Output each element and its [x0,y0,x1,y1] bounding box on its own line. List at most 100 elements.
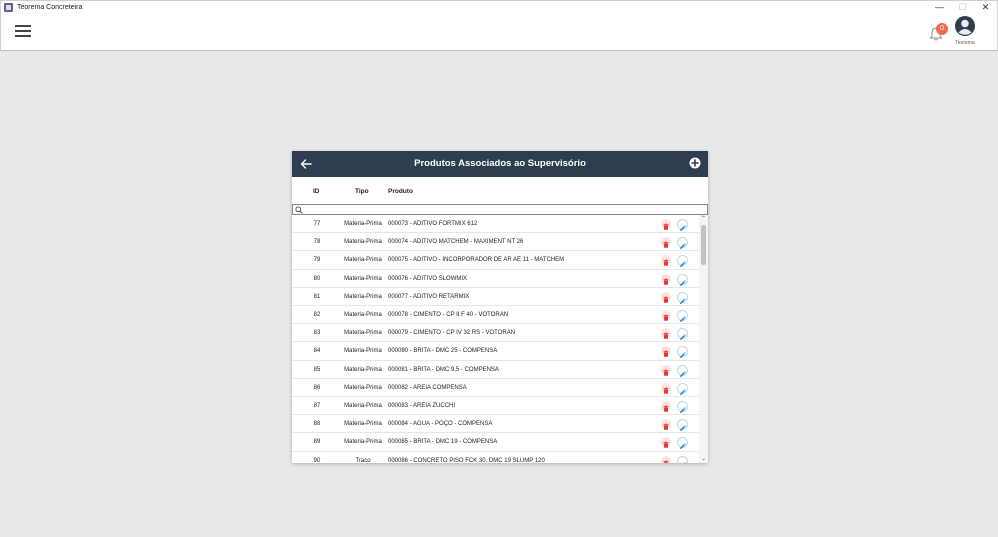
table-row[interactable]: 88 Materia-Prima 000084 - AGUA - POÇO - CO… [292,415,699,434]
table-row[interactable]: 81 Materia-Prima 000077 - ADITIVO RETARMIX [292,288,699,306]
pencil-icon[interactable] [677,437,688,450]
row-id: 81 [313,293,321,300]
search-icon [295,206,303,214]
row-produto: 000079 - CIMENTO - CP IV 32 RS - VOTORAN [388,330,516,337]
search-input[interactable] [305,205,703,214]
row-produto: 000082 - AREIA COMPENSA [388,384,467,391]
minimize-button[interactable]: — [928,1,951,15]
table-row[interactable]: 77 Materia-Prima 000073 - ADITIVO FORTMIX … [292,215,699,234]
notification-badge[interactable]: 0 [936,23,948,35]
row-tipo: Traco [355,457,371,463]
plus-circle-icon[interactable] [689,157,701,169]
pencil-icon[interactable] [677,255,688,268]
table-row[interactable]: 78 Materia-Prima 000074 - ADITIVO MATCHEM … [292,233,699,252]
row-produto: 000073 - ADITIVO FORTMIX 612 [388,221,478,227]
pencil-icon[interactable] [677,382,688,395]
app-bar: 0 Teorema [0,14,998,51]
pencil-icon[interactable] [677,364,688,377]
close-button[interactable]: ✕ [974,1,997,15]
table-row[interactable]: 89 Materia-Prima 000085 - BRITA - DMC 19 -… [292,433,699,452]
pencil-icon[interactable] [677,328,688,341]
row-id: 86 [313,384,321,391]
table-row[interactable]: 85 Materia-Prima 000081 - BRITA - DMC 9,5 … [292,361,699,379]
trash-icon[interactable] [661,255,671,267]
row-tipo: Materia-Prima [344,293,382,300]
pencil-icon[interactable] [677,237,688,250]
row-id: 77 [313,221,321,227]
pencil-icon[interactable] [677,273,688,286]
table-row[interactable]: 82 Materia-Prima 000078 - CIMENTO - CP II … [292,306,699,325]
row-produto: 000084 - AGUA - POÇO - COMPENSA [388,421,493,428]
products-list: 77 Materia-Prima 000073 - ADITIVO FORTMIX … [292,215,699,463]
row-produto: 000083 - AREIA ZUCCHI [388,403,456,409]
pencil-icon[interactable] [677,401,688,413]
column-header-produto[interactable]: Produto [388,188,413,195]
trash-icon[interactable] [661,346,671,358]
table-row[interactable]: 84 Materia-Prima 000080 - BRITA - DMC 25 -… [292,342,699,361]
row-produto: 000076 - ADITIVO SLOWMIX [388,275,468,282]
row-produto: 000085 - BRITA - DMC 19 - COMPENSA [388,439,498,446]
row-tipo: Materia-Prima [344,239,382,246]
user-avatar-icon[interactable] [955,16,975,36]
window-controls: — ☐ ✕ [928,1,997,15]
row-tipo: Materia-Prima [344,275,382,282]
window-title: Teorema Concreteira [17,4,83,11]
row-produto: 000080 - BRITA - DMC 25 - COMPENSA [388,348,498,355]
app-logo-icon [4,3,13,12]
row-id: 79 [313,257,321,264]
table-row[interactable]: 79 Materia-Prima 000075 - ADITIVO - INCORP… [292,251,699,270]
row-tipo: Materia-Prima [344,312,382,318]
row-id: 84 [313,348,321,355]
trash-icon[interactable] [661,382,671,394]
column-header-id[interactable]: ID [313,188,320,195]
row-tipo: Materia-Prima [344,221,382,227]
row-produto: 000075 - ADITIVO - INCORPORADOR DE AR AE… [388,257,565,264]
maximize-button[interactable]: ☐ [951,1,974,15]
table-row[interactable]: 90 Traco 000086 - CONCRETO PISO FCK 30, DM… [292,452,699,463]
trash-icon[interactable] [661,455,671,463]
hamburger-menu-icon[interactable] [15,25,31,37]
row-id: 90 [313,457,321,463]
row-id: 80 [313,275,321,282]
pencil-icon[interactable] [677,419,688,432]
trash-icon[interactable] [661,310,671,321]
scroll-up-icon[interactable]: ⌃ [699,215,708,223]
column-header-tipo[interactable]: Tipo [355,188,369,195]
row-tipo: Materia-Prima [344,403,382,409]
trash-icon[interactable] [661,328,671,339]
search-bar [292,204,708,215]
scrollbar-thumb[interactable] [701,225,706,265]
row-id: 83 [313,330,321,337]
row-id: 87 [313,403,321,409]
trash-icon[interactable] [661,273,671,285]
scroll-down-icon[interactable]: ⌄ [699,455,708,463]
pencil-icon[interactable] [677,291,688,304]
pencil-icon[interactable] [677,455,688,463]
table-row[interactable]: 87 Materia-Prima 000083 - AREIA ZUCCHI [292,397,699,416]
trash-icon[interactable] [661,419,671,430]
row-produto: 000074 - ADITIVO MATCHEM - MAXIMENT NT 2… [388,239,524,246]
pencil-icon[interactable] [677,219,688,231]
trash-icon[interactable] [661,437,671,449]
row-id: 88 [313,421,321,428]
trash-icon[interactable] [661,219,671,230]
list-scrollbar[interactable]: ⌃ ⌄ [699,215,708,463]
table-row[interactable]: 83 Materia-Prima 000079 - CIMENTO - CP IV … [292,324,699,343]
row-produto: 000081 - BRITA - DMC 9,5 - COMPENSA [388,366,499,373]
row-tipo: Materia-Prima [344,384,382,391]
trash-icon[interactable] [661,237,671,248]
trash-icon[interactable] [661,364,671,376]
window-titlebar: Teorema Concreteira — ☐ ✕ [0,0,998,14]
panel-title: Produtos Associados ao Supervisório [414,158,586,169]
pencil-icon[interactable] [677,346,688,359]
trash-icon[interactable] [661,291,671,303]
row-tipo: Materia-Prima [344,348,382,355]
row-produto: 000077 - ADITIVO RETARMIX [388,293,470,300]
table-row[interactable]: 80 Materia-Prima 000076 - ADITIVO SLOWMIX [292,270,699,288]
trash-icon[interactable] [661,401,671,412]
row-tipo: Materia-Prima [344,421,382,428]
pencil-icon[interactable] [677,310,688,322]
table-header: ID Tipo Produto [292,177,708,205]
row-tipo: Materia-Prima [344,366,382,373]
table-row[interactable]: 86 Materia-Prima 000082 - AREIA COMPENSA [292,379,699,397]
